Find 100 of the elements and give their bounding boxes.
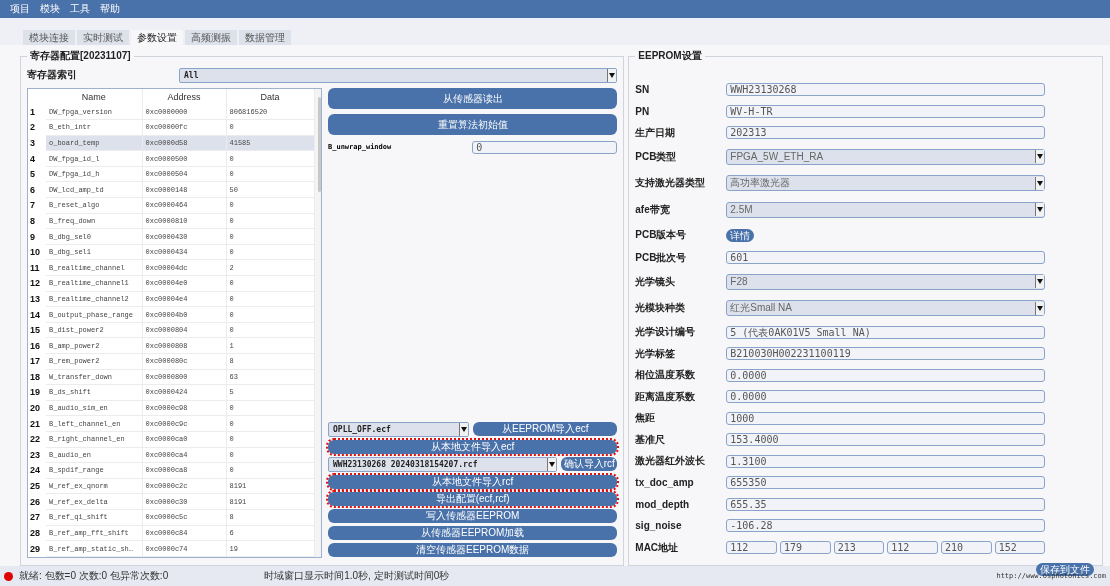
input-field[interactable]: 0.0000 xyxy=(726,390,1046,404)
action-button[interactable]: 重置算法初始值 xyxy=(328,114,618,135)
row-number: 12 xyxy=(28,275,46,292)
input-field[interactable]: WWH23130268 xyxy=(726,83,1046,97)
tab[interactable]: 模块连接 xyxy=(23,30,75,45)
dropdown[interactable]: 2.5M xyxy=(726,201,1046,218)
input-field[interactable]: 0 xyxy=(472,140,618,154)
field-label: MAC地址 xyxy=(635,540,680,555)
row-number: 6 xyxy=(28,181,46,198)
field-label: PCB批次号 xyxy=(635,250,688,265)
scrollbar[interactable] xyxy=(314,89,321,557)
input-field[interactable]: -106.28 xyxy=(726,519,1046,533)
row-number: 23 xyxy=(28,447,46,463)
field-label: afe带宽 xyxy=(635,202,671,217)
input-field[interactable]: 153.4000 xyxy=(726,433,1046,447)
input-field[interactable]: 601 xyxy=(726,251,1046,265)
row-number: 1 xyxy=(28,104,46,120)
row-number: 11 xyxy=(28,259,46,276)
field-label: 基准尺 xyxy=(635,432,667,447)
row-number: 26 xyxy=(28,493,46,510)
action-button[interactable]: 写入传感器EEPROM xyxy=(328,509,618,523)
row-number: 13 xyxy=(28,291,46,307)
field-label: PCB版本号 xyxy=(635,228,688,242)
row-number: 4 xyxy=(28,150,46,167)
row-number: 16 xyxy=(28,337,46,354)
input-field[interactable]: WV-H-TR xyxy=(726,104,1046,118)
input-field[interactable]: 179 xyxy=(780,541,831,554)
row-number: 2 xyxy=(28,119,46,136)
row-number: 15 xyxy=(28,322,46,338)
caret-icon xyxy=(1035,275,1045,289)
row-number: 29 xyxy=(28,540,46,557)
menu-item[interactable]: 模块 xyxy=(40,2,60,16)
tab[interactable]: 数据管理 xyxy=(239,30,291,45)
row-number: 27 xyxy=(28,509,46,526)
input-field[interactable]: 152 xyxy=(994,541,1046,554)
menu-item[interactable]: 帮助 xyxy=(100,2,120,16)
input-field[interactable]: 1.3100 xyxy=(726,454,1046,468)
menu-item[interactable]: 工具 xyxy=(70,2,90,16)
input-field[interactable]: 5 (代表0AK01V5 Small NA) xyxy=(726,325,1046,339)
field-label: 光学标签 xyxy=(635,346,677,361)
row-number: 14 xyxy=(28,306,46,323)
index-dropdown[interactable]: All xyxy=(179,67,618,83)
row-number: 25 xyxy=(28,478,46,494)
file-dropdown[interactable]: WWH23130268 20240318154207.rcf xyxy=(328,457,558,472)
action-button[interactable]: 从传感器EEPROM加载 xyxy=(328,526,618,540)
caret-icon xyxy=(1035,176,1045,190)
action-button[interactable]: 从传感器读出 xyxy=(328,88,618,109)
tab[interactable]: 高频测振 xyxy=(185,30,237,45)
action-button[interactable]: 清空传感器EEPROM数据 xyxy=(328,543,618,557)
row-number: 21 xyxy=(28,415,46,432)
row-number: 3 xyxy=(28,135,46,151)
input-field[interactable]: 213 xyxy=(833,541,885,554)
import-button[interactable]: 从EEPROM导入ecf xyxy=(473,422,618,436)
group-title: EEPROM设置 xyxy=(637,49,703,63)
caret-icon xyxy=(1035,150,1045,164)
row-number: 20 xyxy=(28,400,46,416)
caret-icon xyxy=(547,458,557,471)
row-number: 18 xyxy=(28,369,46,385)
group-title: 寄存器配置[20231107] xyxy=(29,49,132,63)
row-number: 28 xyxy=(28,525,46,541)
details-button[interactable]: 详情 xyxy=(726,228,755,242)
field-label: 光模块种类 xyxy=(635,301,687,316)
import-button[interactable]: 确认导入rcf xyxy=(561,457,618,471)
caret-icon xyxy=(1035,301,1045,315)
status-text: 时域窗口显示时间1.0秒, 定时测试时间0秒 xyxy=(264,569,450,583)
tab[interactable]: 实时测试 xyxy=(77,30,129,45)
input-field[interactable]: B210030H002231100119 xyxy=(726,347,1046,361)
index-label: 寄存器索引 xyxy=(27,68,78,82)
field-label: sig_noise xyxy=(635,520,683,532)
dropdown[interactable]: 高功率激光器 xyxy=(726,175,1046,192)
tab[interactable]: 参数设置 xyxy=(131,30,183,45)
field-label: PN xyxy=(635,105,651,117)
action-button[interactable]: 从本地文件导入ecf xyxy=(328,440,618,454)
field-label: 相位温度系数 xyxy=(635,368,697,383)
input-field[interactable]: 210 xyxy=(941,541,992,554)
action-button[interactable]: 导出配置(ecf,rcf) xyxy=(328,492,618,506)
input-field[interactable]: 112 xyxy=(887,541,938,554)
file-dropdown[interactable]: OPLL_OFF.ecf xyxy=(328,422,470,437)
dropdown[interactable]: FPGA_5W_ETH_RA xyxy=(726,148,1046,165)
row-number: 24 xyxy=(28,462,46,479)
row-number: 19 xyxy=(28,384,46,401)
dropdown[interactable]: 红光Small NA xyxy=(726,300,1046,317)
field-label: 支持激光器类型 xyxy=(635,176,707,191)
field-label: 激光器红外波长 xyxy=(635,454,707,469)
input-field[interactable]: 1000 xyxy=(726,411,1046,425)
caret-icon xyxy=(1035,203,1045,217)
row-number: 10 xyxy=(28,244,46,260)
menu-item[interactable]: 项目 xyxy=(10,2,30,16)
input-field[interactable]: 0.0000 xyxy=(726,368,1046,382)
row-number: 17 xyxy=(28,353,46,370)
field-label: mod_depth xyxy=(635,498,691,510)
action-button[interactable]: 从本地文件导入rcf xyxy=(328,475,618,489)
row-number: 8 xyxy=(28,213,46,229)
dropdown[interactable]: F28 xyxy=(726,273,1046,290)
caret-icon xyxy=(607,68,617,82)
input-field[interactable]: 655350 xyxy=(726,476,1046,490)
input-field[interactable]: 655.35 xyxy=(726,497,1046,511)
status-light-icon xyxy=(4,571,13,581)
input-field[interactable]: 202313 xyxy=(726,126,1046,140)
input-field[interactable]: 112 xyxy=(726,541,777,554)
